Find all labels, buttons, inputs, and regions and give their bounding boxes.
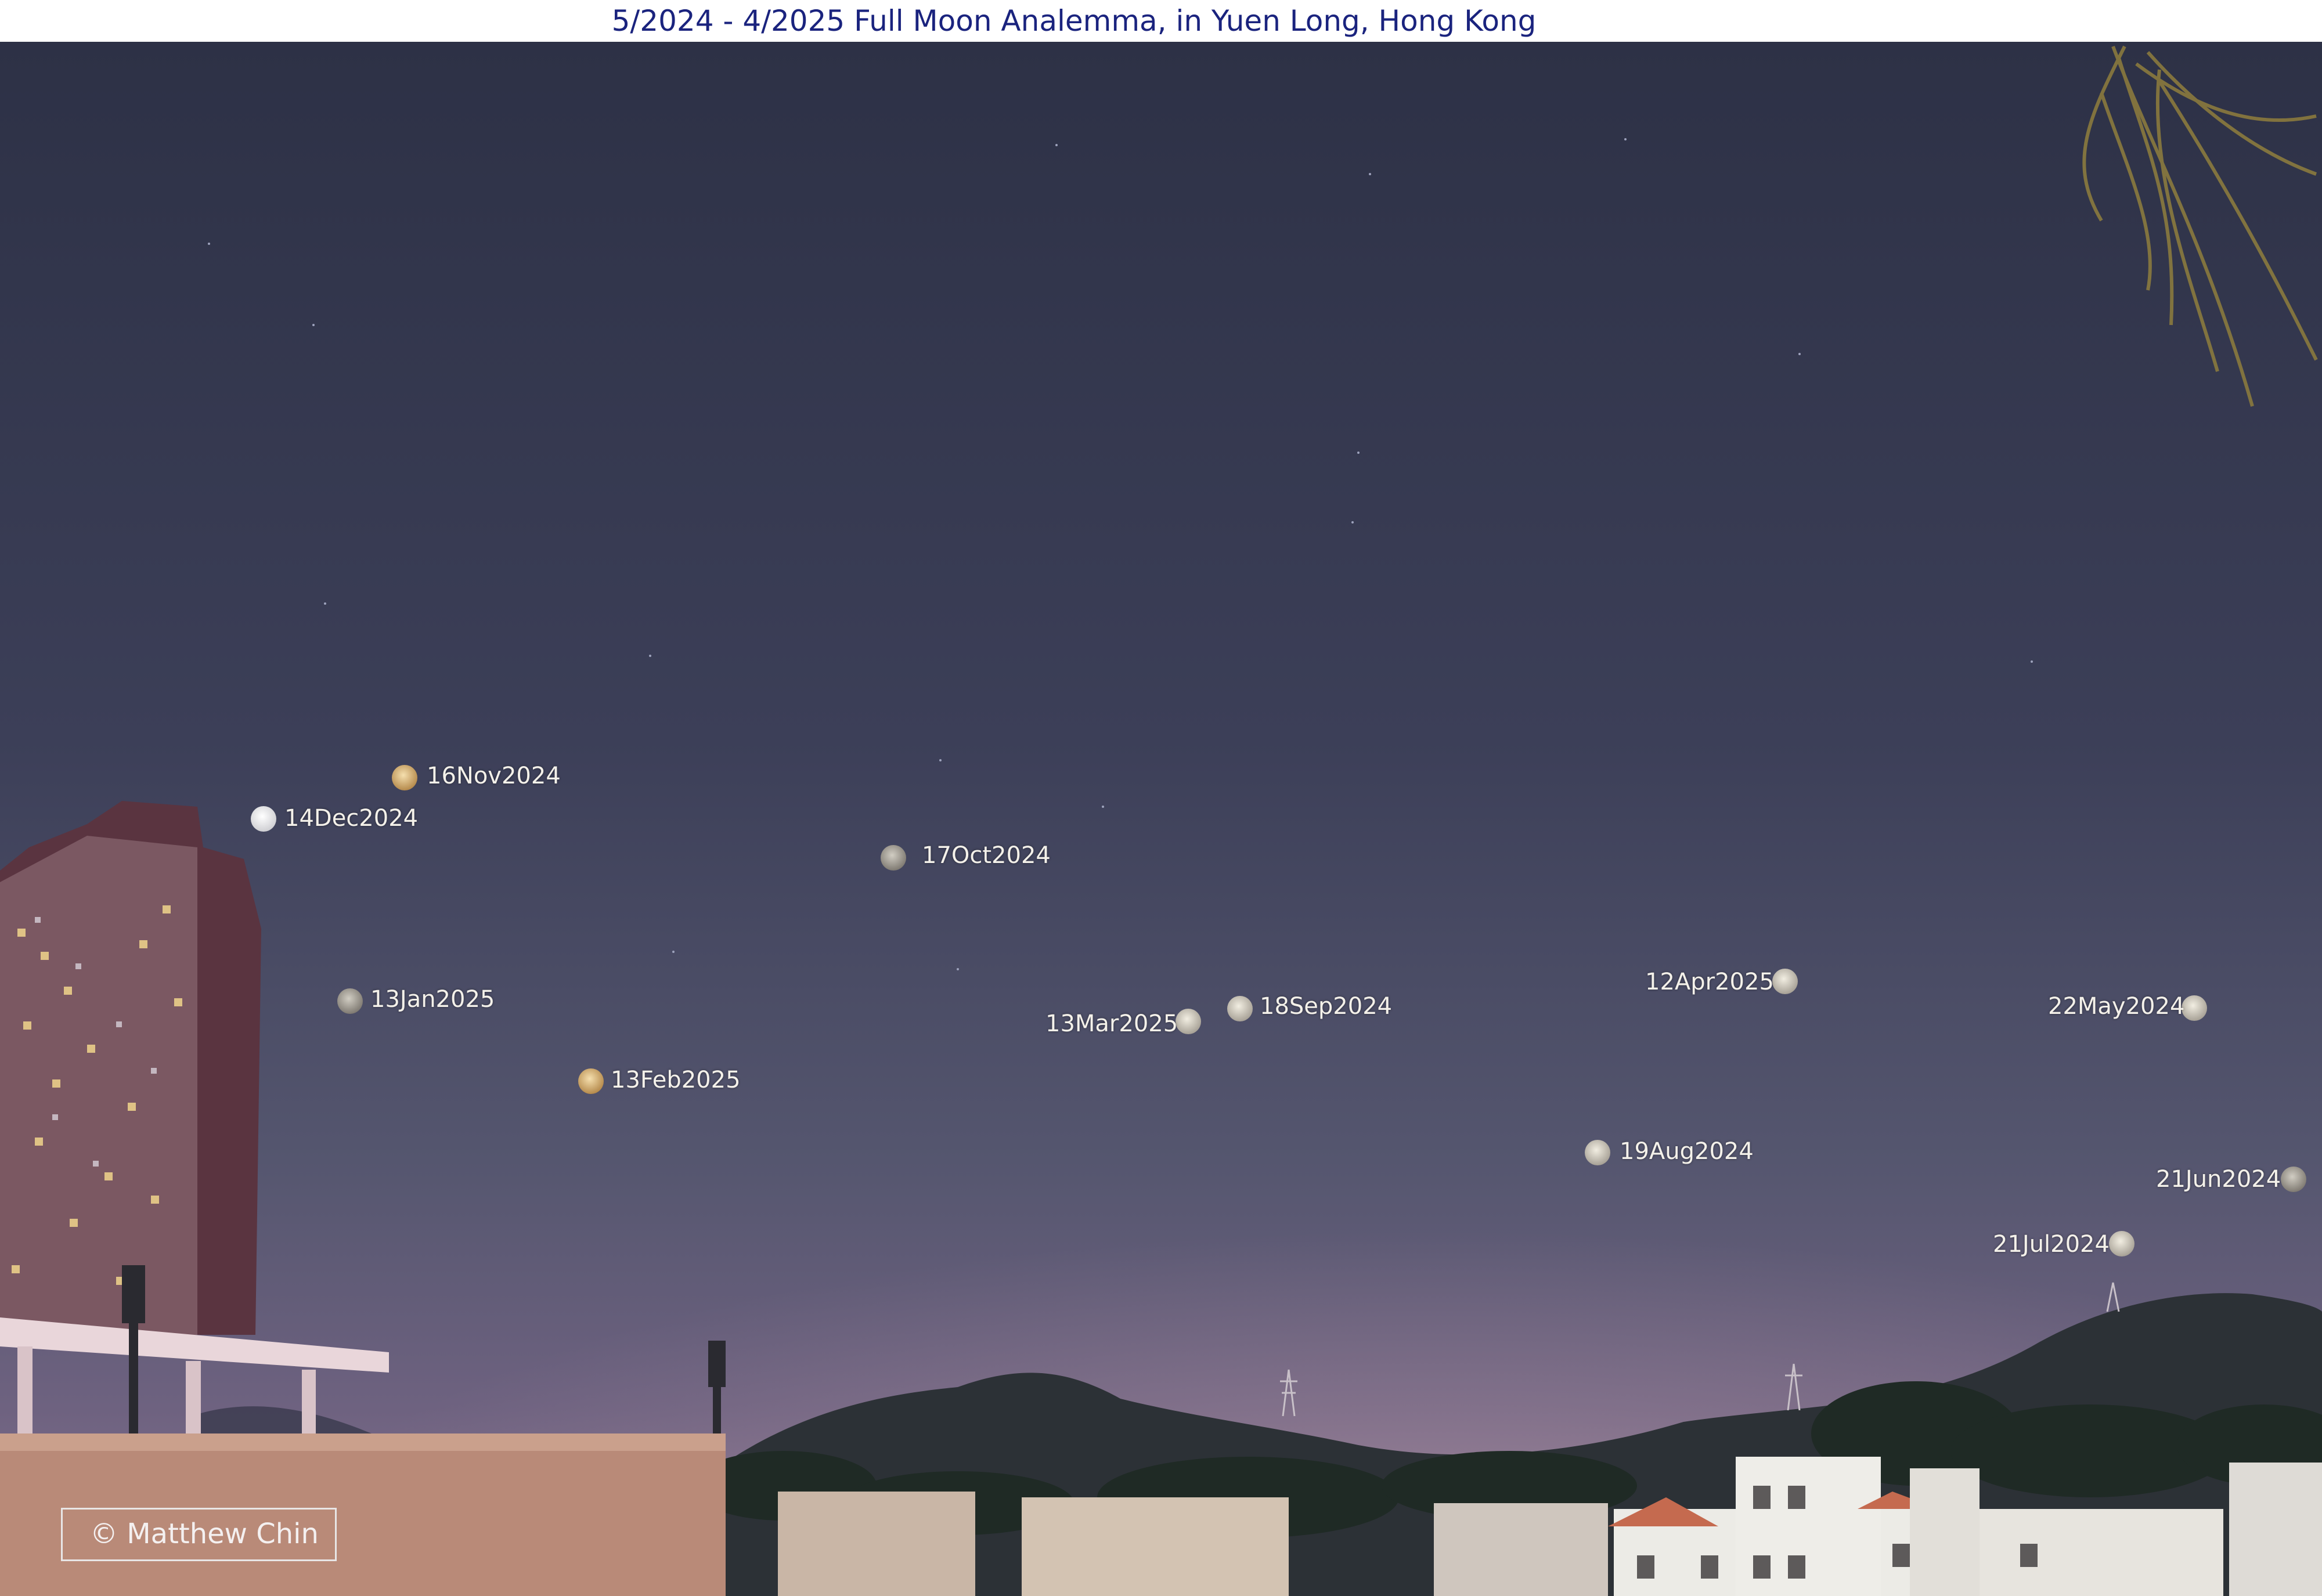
moon-date-label: 21Jun2024 bbox=[2156, 1166, 2281, 1193]
apartment-tower bbox=[0, 801, 261, 1335]
moon-date-label: 13Jan2025 bbox=[370, 986, 495, 1013]
full-moon-9 bbox=[1585, 1140, 1610, 1165]
moon-date-label: 19Aug2024 bbox=[1620, 1138, 1754, 1165]
moon-date-label: 16Nov2024 bbox=[427, 763, 561, 789]
title-bar: 5/2024 - 4/2025 Full Moon Analemma, in Y… bbox=[0, 0, 2322, 42]
full-moon-10 bbox=[2281, 1167, 2306, 1192]
night-sky-scene: 16Nov2024 14Dec2024 17Oct2024 13Jan2025 13Fe… bbox=[0, 42, 2322, 1596]
copyright-text: © Matthew Chin bbox=[90, 1518, 319, 1550]
full-moon-1 bbox=[251, 806, 276, 832]
full-moon-3 bbox=[337, 988, 363, 1014]
photo-title: 5/2024 - 4/2025 Full Moon Analemma, in Y… bbox=[611, 4, 1537, 38]
full-moon-11 bbox=[2109, 1231, 2134, 1256]
full-moon-2 bbox=[881, 845, 906, 871]
moon-date-label: 18Sep2024 bbox=[1260, 993, 1393, 1020]
moon-date-label: 17Oct2024 bbox=[922, 842, 1051, 869]
moon-date-label: 13Feb2025 bbox=[611, 1067, 741, 1093]
analemma-photo: 5/2024 - 4/2025 Full Moon Analemma, in Y… bbox=[0, 0, 2322, 1596]
full-moon-7 bbox=[1772, 969, 1798, 994]
moon-date-label: 12Apr2025 bbox=[1645, 969, 1774, 995]
full-moon-8 bbox=[2182, 995, 2207, 1021]
moon-date-label: 21Jul2024 bbox=[1993, 1231, 2110, 1258]
moon-date-label: 13Mar2025 bbox=[1045, 1010, 1178, 1037]
moon-date-label: 22May2024 bbox=[2048, 993, 2185, 1020]
moon-date-label: 14Dec2024 bbox=[284, 805, 419, 832]
full-moon-6 bbox=[1227, 996, 1253, 1021]
full-moon-0 bbox=[392, 765, 417, 790]
full-moon-5 bbox=[1176, 1009, 1201, 1034]
full-moon-4 bbox=[578, 1068, 604, 1094]
